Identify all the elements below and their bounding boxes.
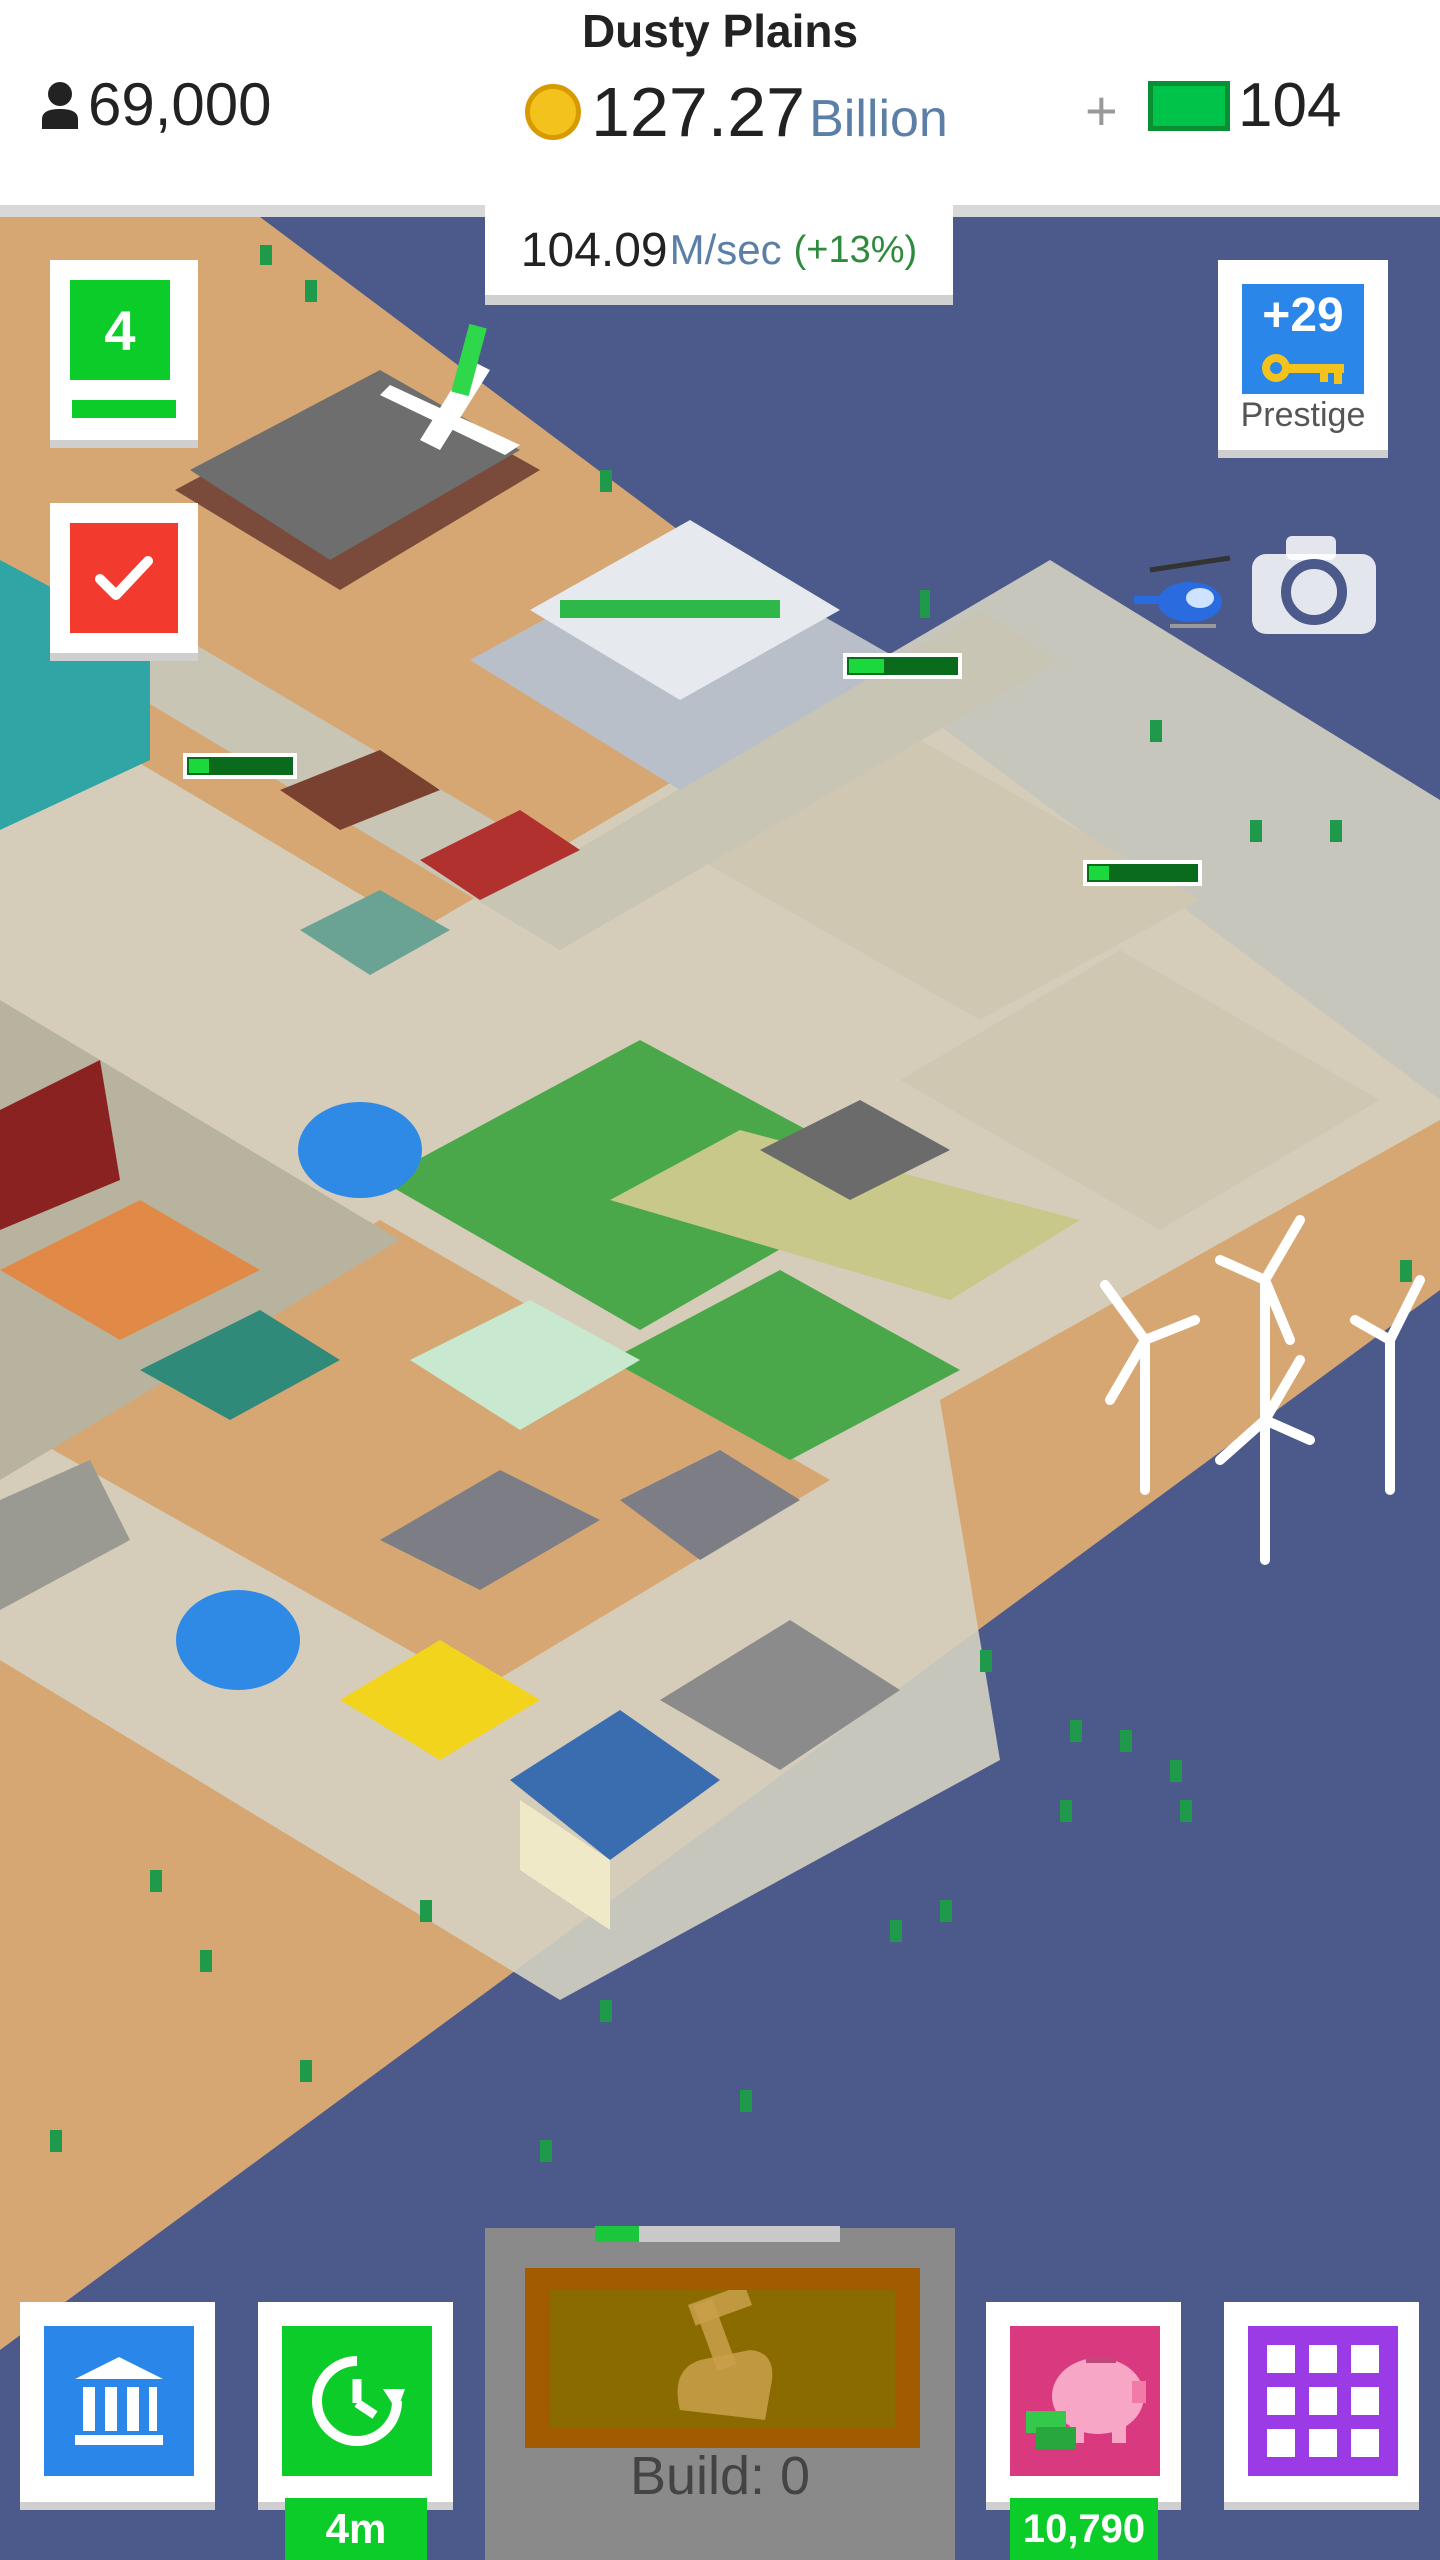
prestige-keys-count: +29: [1262, 289, 1344, 342]
prestige-badge: +29: [1242, 284, 1364, 394]
camera-button[interactable]: [1248, 530, 1380, 638]
income-rate-tab[interactable]: 104.09 M/sec (+13%): [485, 205, 953, 305]
time-warp-button[interactable]: [258, 2302, 453, 2502]
level-button[interactable]: 4: [50, 260, 198, 440]
time-warp-badge: [282, 2326, 432, 2476]
water-tank-1[interactable]: [298, 1102, 422, 1198]
lot-progress-2-fill: [189, 759, 209, 773]
population-value: 69,000: [88, 71, 272, 138]
key-icon: [1262, 354, 1344, 384]
coin-unit: Billion: [809, 90, 948, 148]
income-rate-unit: M/sec: [669, 226, 782, 273]
coin-value: 127.27: [591, 73, 806, 151]
bank-columns-icon: [75, 2357, 163, 2445]
level-badge: 4: [70, 280, 170, 380]
coin-icon: [525, 84, 581, 140]
lot-progress-1-fill: [849, 659, 884, 673]
grid-menu-icon: [1248, 2326, 1398, 2476]
clock-rotate-icon: [312, 2356, 405, 2446]
cash-bill-icon: [1148, 80, 1230, 131]
income-rate-value: 104.09: [520, 223, 668, 277]
goals-badge: [70, 523, 178, 633]
piggy-bank-badge: [1010, 2326, 1160, 2476]
water-tank-2[interactable]: [176, 1590, 300, 1690]
population-counter[interactable]: 69,000: [40, 70, 272, 139]
time-warp-timer: 4m: [285, 2498, 427, 2560]
income-rate-bonus: (+13%): [793, 228, 918, 271]
factory-green-trim: [560, 600, 780, 618]
person-icon: [42, 81, 78, 129]
top-status-bar: Dusty Plains 69,000 127.27 Billion + 104: [0, 0, 1440, 217]
helicopter[interactable]: [1130, 550, 1250, 640]
prestige-label: Prestige: [1240, 396, 1366, 434]
lot-progress-3-fill: [1089, 866, 1109, 880]
cash-value: 104: [1238, 71, 1342, 140]
goals-button[interactable]: [50, 503, 198, 653]
level-progress-bar: [72, 400, 176, 418]
piggy-bank-icon: [1026, 2357, 1146, 2449]
build-button-inner: [550, 2284, 895, 2428]
coin-counter[interactable]: 127.27 Billion: [525, 72, 948, 152]
prestige-button[interactable]: +29 Prestige: [1218, 260, 1388, 450]
city-hall-button[interactable]: [20, 2302, 215, 2502]
city-name[interactable]: Dusty Plains: [0, 4, 1440, 58]
buy-cash-plus-button[interactable]: +: [1085, 78, 1118, 143]
city-hall-badge: [44, 2326, 194, 2476]
menu-button[interactable]: [1224, 2302, 1419, 2502]
build-count-label: Build: 0: [629, 2446, 811, 2506]
checkmark-icon: [95, 556, 153, 600]
build-progress-fill: [595, 2226, 640, 2242]
piggy-bank-button[interactable]: [986, 2302, 1181, 2502]
hammer-hand-icon: [677, 2284, 773, 2420]
cash-counter[interactable]: 104: [1148, 70, 1341, 141]
piggy-bank-value: 10,790: [1010, 2498, 1158, 2560]
